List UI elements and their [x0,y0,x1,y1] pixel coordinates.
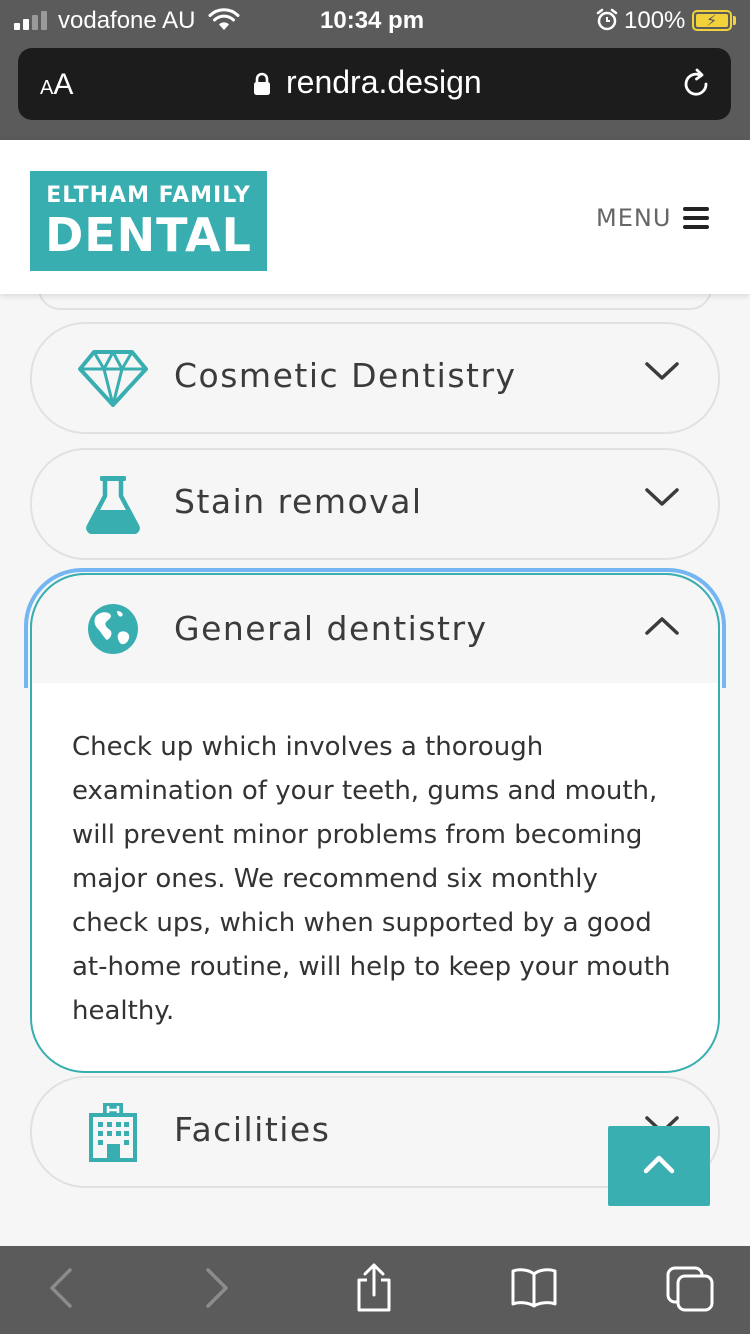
accordion-item-stain-removal[interactable]: Stain removal [30,448,720,560]
site-header: ELTHAM FAMILY DENTAL MENU [0,140,750,294]
accordion-title: Stain removal [174,482,423,521]
browser-toolbar [0,1246,750,1334]
chevron-up-icon [642,1153,676,1179]
back-to-top-button[interactable] [608,1126,710,1206]
accordion-body-text: Check up which involves a thorough exami… [72,732,671,1026]
browser-chrome: vodafone AU 10:34 pm 100% ⚡ AA rendra.de… [0,0,750,140]
accordion-item-cosmetic[interactable]: Cosmetic Dentistry [30,322,720,434]
logo[interactable]: ELTHAM FAMILY DENTAL [30,171,267,271]
chevron-down-icon [644,486,680,512]
battery-tip [733,16,736,25]
accordion-header[interactable]: General dentistry [30,573,720,683]
forward-icon[interactable] [202,1266,232,1314]
accordion-title: General dentistry [174,609,488,648]
back-icon[interactable] [46,1266,76,1314]
reload-icon[interactable] [678,66,714,106]
logo-line2: DENTAL [45,208,252,262]
text-size-button[interactable]: AA [40,68,73,102]
lock-icon [252,72,272,100]
address-bar[interactable]: AA rendra.design [18,48,731,120]
carrier-label: vodafone AU [58,7,196,34]
menu-label: MENU [596,204,672,232]
flask-icon [78,474,148,534]
diamond-icon [78,348,148,408]
accordion-item-general-dentistry: General dentistry Check up which involve… [30,573,720,1073]
menu-button[interactable]: MENU [596,204,710,232]
chevron-down-icon [644,360,680,386]
logo-line1: ELTHAM FAMILY [46,183,251,208]
signal-icon [14,10,47,30]
hospital-icon [78,1102,148,1162]
hamburger-icon [683,207,710,229]
alarm-icon [596,8,618,38]
globe-icon [78,599,148,659]
bookmarks-icon[interactable] [510,1266,558,1312]
wifi-icon [208,8,240,38]
accordion-title: Cosmetic Dentistry [174,356,517,395]
url-text[interactable]: rendra.design [286,64,482,101]
status-bar: vodafone AU 10:34 pm 100% ⚡ [0,0,750,42]
battery-icon: ⚡ [692,10,732,31]
accordion-title: Facilities [174,1110,331,1149]
chevron-up-icon [644,615,680,641]
share-icon[interactable] [354,1262,394,1318]
battery-percent: 100% [624,7,686,34]
clock: 10:34 pm [320,7,425,34]
tabs-icon[interactable] [664,1264,716,1318]
